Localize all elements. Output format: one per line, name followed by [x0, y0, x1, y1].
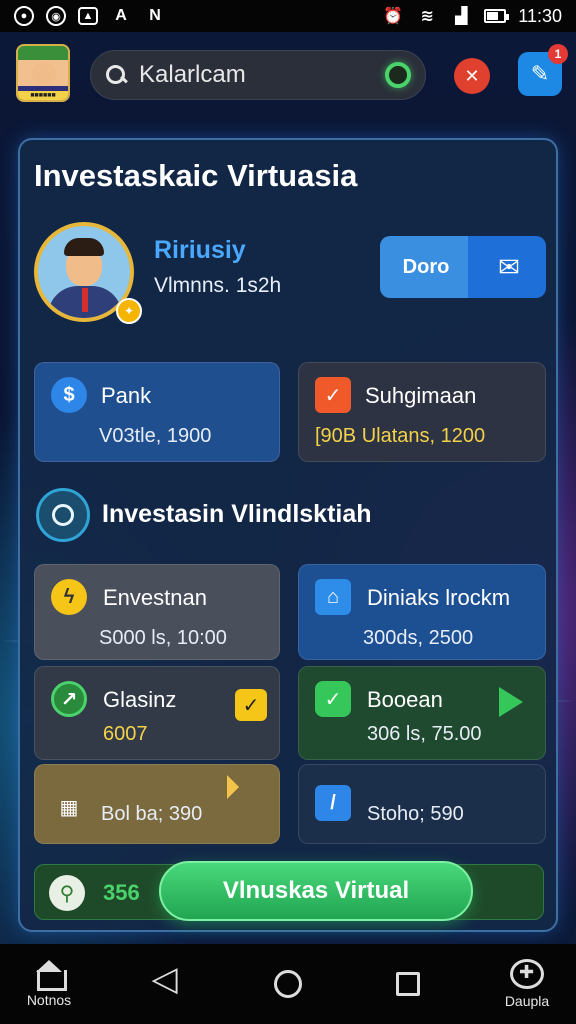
grid-card-booean[interactable]: ✓ Booean 306 ls, 75.00: [298, 666, 546, 760]
checkbox-icon: ✓: [315, 377, 351, 413]
nav-home-tab[interactable]: Notnos: [14, 960, 84, 1008]
done-label: Doro: [402, 255, 450, 278]
notification-button[interactable]: ✎ 1: [518, 44, 568, 96]
card-title: Diniaks lrockm: [367, 585, 511, 610]
status-bar: ● ◉ ▲ A N ⏰ ≋ ▟ 11:30: [0, 0, 576, 32]
nav-label: Daupla: [504, 993, 550, 1009]
signal-icon: ▟: [455, 8, 468, 25]
card-value: Stoho; 590: [367, 803, 464, 825]
verified-icon: ✦: [116, 298, 142, 324]
system-nav-bar: Notnos Daupla: [0, 944, 576, 1024]
grid-card-stoho[interactable]: / Stoho; 590: [298, 764, 546, 844]
main-panel: Investaskaic Virtuasia ✦ Ririusiy Vlmnns…: [18, 138, 558, 932]
nav-recents-button[interactable]: [373, 972, 443, 996]
investment-section-icon: [36, 488, 90, 542]
battery-icon: [484, 9, 510, 23]
section-title: Investasin Vlindlsktiah: [102, 500, 372, 528]
status-right: ⏰ ≋ ▟ 11:30: [382, 6, 562, 27]
pencil-icon: /: [315, 785, 351, 821]
alarm-icon: ⏰: [383, 8, 404, 25]
card-bank[interactable]: $ Pank V03tle, 1900: [34, 362, 280, 462]
box-icon: ▦: [59, 796, 79, 819]
card-value: 300ds, 2500: [363, 627, 474, 649]
recents-icon: [395, 972, 420, 996]
avatar-tie: [82, 288, 88, 312]
grid-card-glasinz[interactable]: ↗ Glasinz 6007 ✓: [34, 666, 280, 760]
card-title: Pank: [101, 383, 152, 408]
card-value: Bol ba; 390: [101, 803, 203, 825]
avatar-face: [32, 62, 56, 84]
location-icon[interactable]: ⚲: [49, 875, 85, 911]
nav-home-button[interactable]: [253, 970, 323, 998]
app-icon: ◉: [46, 6, 66, 26]
dollar-icon: $: [51, 377, 87, 413]
check-icon[interactable]: ✓: [235, 689, 267, 721]
gear-icon[interactable]: [385, 62, 411, 88]
magnify-icon: [52, 504, 74, 526]
card-title: Envestnan: [103, 585, 207, 610]
search-icon: [105, 64, 127, 86]
edit-icon: ✎: [530, 61, 550, 86]
font-icon: A: [115, 7, 127, 24]
wifi-icon: ≋: [420, 8, 434, 25]
bottom-action-bar: ⚲ 356 Vlnuskas Virtual: [34, 861, 544, 921]
card-value: S000 ls, 10:00: [99, 627, 227, 649]
card-value: [90B Ulatans, 1200: [315, 425, 486, 447]
user-avatar[interactable]: ■■■■■■: [16, 44, 70, 102]
card-summary[interactable]: ✓ Suhgimaan [90B Ulatans, 1200: [298, 362, 546, 462]
card-value: 6007: [103, 723, 148, 745]
nav-back-button[interactable]: [134, 959, 204, 999]
virtual-invest-button[interactable]: Vlnuskas Virtual: [159, 861, 473, 921]
send-icon: ✉: [498, 251, 520, 282]
grid-card-dinamics[interactable]: ⌂ Diniaks lrockm 300ds, 2500: [298, 564, 546, 660]
status-left: ● ◉ ▲ A N: [14, 6, 166, 26]
avatar-hair: [64, 238, 104, 256]
nav-label: Notnos: [26, 992, 72, 1008]
status-time: 11:30: [518, 5, 562, 26]
grid-card-bolba[interactable]: ▦ Bol ba; 390: [34, 764, 280, 844]
app-header: ■■■■■■ Kalarlcam ✕ ✎ 1: [0, 40, 576, 110]
home-icon: [34, 960, 67, 991]
deposit-icon: [510, 959, 544, 989]
search-bar[interactable]: Kalarlcam: [90, 50, 426, 100]
arrow-icon: [227, 775, 239, 799]
check-icon: ✓: [315, 681, 351, 717]
close-icon: ✕: [464, 65, 480, 86]
home-circle-icon: [274, 970, 302, 998]
count-value: 356: [103, 880, 140, 905]
avatar-tag: ■■■■■■: [18, 91, 68, 100]
gallery-icon: ▲: [78, 7, 98, 25]
card-value: V03tle, 1900: [99, 425, 212, 447]
card-title: Glasinz: [103, 687, 177, 712]
search-input[interactable]: Kalarlcam: [139, 61, 385, 89]
bolt-icon: ϟ: [51, 579, 87, 615]
card-title: Suhgimaan: [365, 383, 477, 408]
notification-badge: 1: [548, 44, 568, 64]
close-button[interactable]: ✕: [454, 58, 490, 94]
chart-icon: ↗: [51, 681, 87, 717]
grid-card-investment[interactable]: ϟ Envestnan S000 ls, 10:00: [34, 564, 280, 660]
profile-name: Ririusiy: [154, 236, 246, 264]
play-icon[interactable]: [499, 687, 523, 717]
notification-icon: ●: [14, 6, 34, 26]
muted-icon: N: [149, 7, 161, 24]
card-value: 306 ls, 75.00: [367, 723, 482, 745]
back-icon: [152, 959, 182, 999]
nav-deposit-tab[interactable]: Daupla: [492, 959, 562, 1009]
page-title: Investaskaic Virtuasia: [34, 158, 358, 193]
done-button[interactable]: Doro ✉: [380, 236, 546, 298]
profile-subtitle: Vlmnns. 1s2h: [154, 274, 282, 297]
battery-fill: [487, 12, 499, 20]
building-icon: ⌂: [315, 579, 351, 615]
card-title: Booean: [367, 687, 443, 712]
